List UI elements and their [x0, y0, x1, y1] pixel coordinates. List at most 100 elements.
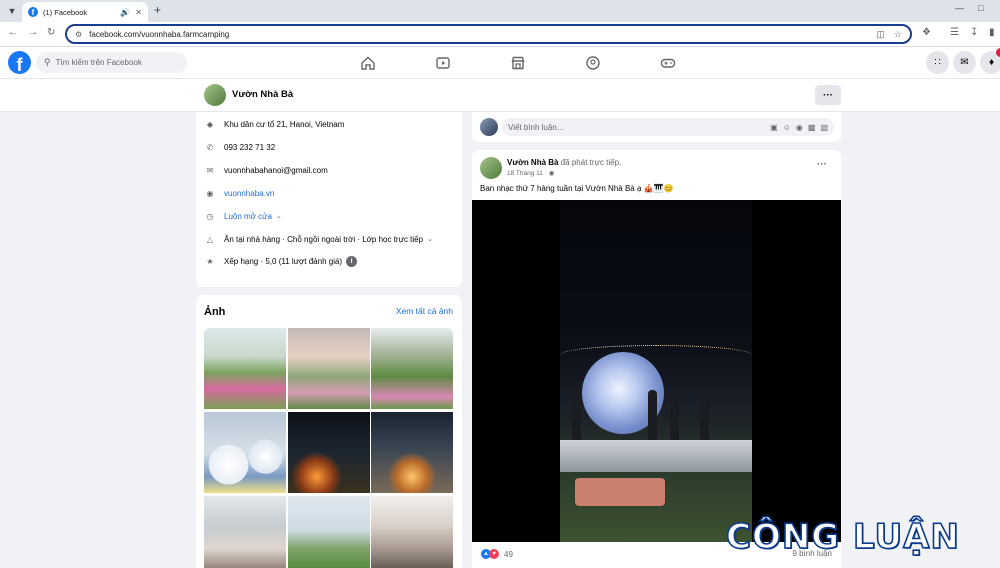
- speaker-icon[interactable]: 🔊: [120, 8, 130, 17]
- cong-luan-watermark-logo: CÔNG LUẬN: [725, 514, 996, 560]
- notifications-bell-icon[interactable]: ♦: [980, 48, 1000, 74]
- back-arrow-icon[interactable]: ←: [8, 27, 18, 38]
- facebook-header: f ⚲ Tìm kiếm trên Facebook ∷ ✉ ♦: [0, 47, 1000, 79]
- love-reaction-icon: ♥: [489, 549, 499, 559]
- browser-toolbar: ← → ↻ ⚙ facebook.com/vuonnhaba.farmcampi…: [0, 22, 1000, 47]
- download-icon[interactable]: ↧: [970, 27, 978, 38]
- map-pin-icon: ◆: [206, 119, 214, 129]
- video-icon[interactable]: [435, 55, 451, 71]
- user-avatar[interactable]: [480, 118, 498, 136]
- home-icon[interactable]: [360, 55, 376, 71]
- string-lights: [560, 345, 752, 365]
- see-all-photos-link[interactable]: Xem tất cả ảnh: [396, 306, 453, 316]
- notification-badge: [996, 48, 1000, 57]
- post-reactions[interactable]: ▲ ♥ 49: [481, 549, 513, 559]
- post-more-options-icon[interactable]: ···: [817, 159, 827, 170]
- address-url: facebook.com/vuonnhaba.farmcamping: [89, 29, 230, 39]
- tab-list-chevron-icon[interactable]: ▼: [4, 3, 20, 19]
- info-services: △ Ăn tại nhà hàng · Chỗ ngồi ngoài trời …: [204, 233, 433, 245]
- info-address: ◆ Khu dân cư tổ 21, Hanoi, Vietnam: [204, 118, 344, 130]
- photo-thumbnail[interactable]: [371, 328, 453, 409]
- page-header-bar: Vườn Nhà Bà ···: [0, 79, 1000, 112]
- post-date-text[interactable]: 18 Tháng 11 ·: [507, 170, 547, 177]
- services-text: Ăn tại nhà hàng · Chỗ ngồi ngoài trời · …: [224, 234, 424, 244]
- reload-icon[interactable]: ↻: [47, 27, 55, 38]
- extensions-icon[interactable]: ❖: [922, 27, 931, 38]
- search-placeholder: Tìm kiếm trên Facebook: [55, 58, 142, 67]
- post-header: Vườn Nhà Bà đã phát trực tiếp.: [507, 158, 621, 167]
- post-author-name[interactable]: Vườn Nhà Bà: [507, 158, 559, 167]
- maximize-icon[interactable]: □: [978, 3, 983, 13]
- info-rating: ★ Xếp hạng · 5,0 (11 lượt đánh giá) i: [204, 255, 358, 267]
- info-email: ✉ vuonnhabahanoi@gmail.com: [204, 164, 328, 176]
- photos-title: Ảnh: [204, 306, 226, 318]
- messenger-icon[interactable]: ✉: [953, 51, 976, 74]
- post-author-avatar[interactable]: [480, 157, 502, 179]
- intro-card: ◆ Khu dân cư tổ 21, Hanoi, Vietnam ✆ 093…: [196, 112, 462, 287]
- photo-thumbnail[interactable]: [371, 496, 453, 568]
- bookmark-star-icon[interactable]: ☆: [894, 29, 902, 40]
- rating-text: Xếp hạng · 5,0 (11 lượt đánh giá): [224, 256, 343, 266]
- stage-platform: [560, 440, 752, 472]
- reading-list-icon[interactable]: ☰: [950, 27, 959, 38]
- band-member: [670, 396, 679, 442]
- info-hours: ◷ Luôn mở cửa ⌄: [204, 210, 282, 222]
- address-text: Khu dân cư tổ 21, Hanoi, Vietnam: [224, 119, 345, 129]
- marketplace-icon[interactable]: [510, 55, 526, 71]
- band-member: [572, 386, 581, 442]
- site-settings-icon[interactable]: ⚙: [75, 30, 82, 39]
- photo-thumbnail[interactable]: [204, 328, 286, 409]
- clock-icon: ◷: [206, 211, 214, 221]
- emoji-icon[interactable]: ☺: [783, 123, 791, 132]
- gif-icon[interactable]: ▩: [808, 123, 816, 132]
- photo-thumbnail[interactable]: [204, 496, 286, 568]
- address-bar[interactable]: ⚙ facebook.com/vuonnhaba.farmcamping ◫ ☆: [65, 24, 912, 44]
- photo-thumbnail[interactable]: [371, 412, 453, 493]
- minimize-icon[interactable]: —: [955, 3, 964, 13]
- video-frame: [560, 200, 752, 542]
- browser-tab-facebook[interactable]: f (1) Facebook 🔊 ✕: [22, 2, 148, 22]
- close-tab-icon[interactable]: ✕: [135, 8, 142, 17]
- facebook-logo-icon[interactable]: f: [8, 51, 31, 74]
- menu-grid-icon[interactable]: ∷: [926, 51, 949, 74]
- camera-icon[interactable]: ◉: [796, 123, 803, 132]
- sticker-icon[interactable]: ▣: [770, 123, 778, 132]
- email-icon: ✉: [206, 165, 214, 175]
- comment-input[interactable]: Viết bình luận... ▣ ☺ ◉ ▩ ▧: [502, 118, 834, 136]
- avatar-sticker-icon[interactable]: ▧: [820, 123, 828, 132]
- website-link[interactable]: vuonnhaba.vn: [224, 189, 274, 198]
- comment-box-card: Viết bình luận... ▣ ☺ ◉ ▩ ▧: [472, 112, 841, 142]
- service-bell-icon: △: [206, 234, 214, 244]
- browser-tab-bar: ▼ f (1) Facebook 🔊 ✕ + — □: [0, 0, 1000, 22]
- photo-thumbnail[interactable]: [288, 496, 370, 568]
- pink-sofa: [575, 478, 665, 506]
- page-more-options-button[interactable]: ···: [815, 85, 841, 105]
- live-video-player[interactable]: [472, 200, 841, 542]
- globe-icon: ◉: [548, 170, 555, 177]
- forward-arrow-icon[interactable]: →: [28, 27, 38, 38]
- chevron-down-icon[interactable]: ⌄: [276, 212, 282, 220]
- facebook-search-input[interactable]: ⚲ Tìm kiếm trên Facebook: [36, 52, 187, 73]
- post-date: 18 Tháng 11 · ◉: [507, 169, 554, 177]
- gaming-icon[interactable]: [660, 55, 676, 71]
- new-tab-icon[interactable]: +: [154, 3, 161, 17]
- watermark-text: CÔNG LUẬN: [725, 516, 960, 558]
- side-panel-icon[interactable]: ▮: [989, 27, 995, 38]
- reaction-count: 49: [504, 549, 513, 559]
- phone-text: 093 232 71 32: [224, 142, 276, 152]
- page-name[interactable]: Vườn Nhà Bà: [232, 89, 293, 100]
- info-icon[interactable]: i: [346, 255, 358, 267]
- page-avatar[interactable]: [204, 84, 226, 106]
- band-member: [700, 392, 709, 442]
- groups-icon[interactable]: [585, 55, 601, 71]
- photo-thumbnail[interactable]: [288, 412, 370, 493]
- photo-thumbnail[interactable]: [288, 328, 370, 409]
- photo-thumbnail[interactable]: [204, 412, 286, 493]
- star-icon: ★: [206, 256, 214, 266]
- cast-icon[interactable]: ◫: [876, 29, 885, 40]
- hours-link[interactable]: Luôn mở cửa: [224, 212, 272, 221]
- tab-title: (1) Facebook: [43, 7, 88, 17]
- post-text: Ban nhạc thứ 7 hàng tuần tại Vườn Nhà Bà…: [480, 184, 674, 193]
- chevron-down-icon[interactable]: ⌄: [427, 235, 433, 243]
- email-text: vuonnhabahanoi@gmail.com: [224, 165, 328, 175]
